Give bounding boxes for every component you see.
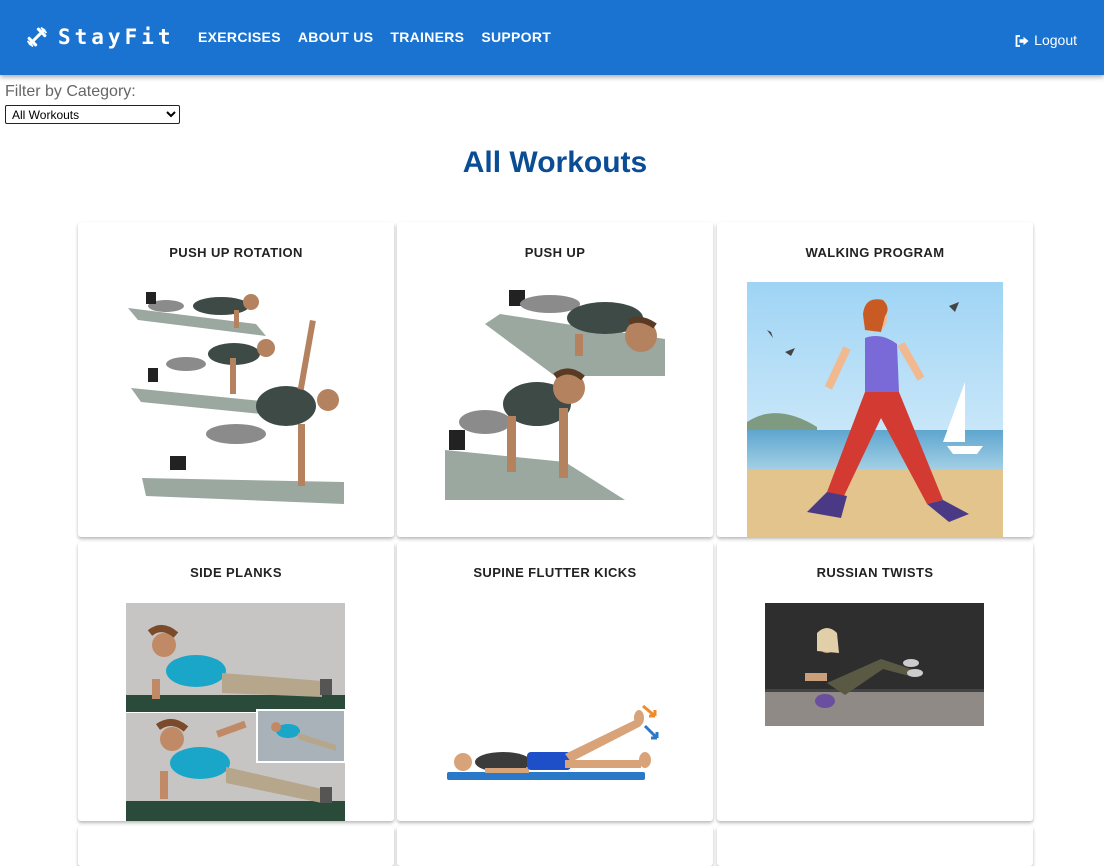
filter-label: Filter by Category: (5, 83, 136, 100)
walking-illustration (747, 282, 1003, 537)
nav-exercises[interactable]: EXERCISES (198, 29, 281, 45)
russian-twist-photo (765, 603, 984, 726)
workout-card-partial[interactable] (78, 826, 394, 866)
workout-title: WALKING PROGRAM (805, 245, 945, 260)
workout-title: RUSSIAN TWISTS (816, 565, 934, 580)
push-up-rotation-illustration (126, 284, 348, 504)
workout-title: PUSH UP ROTATION (169, 245, 303, 260)
nav-trainers[interactable]: TRAINERS (390, 29, 464, 45)
brand-name: StayFit (58, 25, 175, 49)
side-plank-photo (126, 603, 345, 821)
page-title: All Workouts (462, 146, 648, 179)
logout-button[interactable]: Logout (1015, 32, 1077, 48)
sign-out-icon (1015, 34, 1029, 47)
workout-card[interactable]: PUSH UP ROTATION (78, 222, 394, 537)
workout-card[interactable]: RUSSIAN TWISTS (717, 542, 1033, 821)
workout-card[interactable]: SIDE PLANKS (78, 542, 394, 821)
dumbbell-icon (26, 26, 48, 48)
top-navbar: StayFit EXERCISES ABOUT US TRAINERS SUPP… (0, 0, 1104, 75)
workout-card[interactable]: WALKING PROGRAM (717, 222, 1033, 537)
flutter-kicks-illustration (445, 702, 665, 784)
workout-title: SUPINE FLUTTER KICKS (473, 565, 637, 580)
workout-card[interactable]: PUSH UP (397, 222, 713, 537)
category-filter: Filter by Category: All Workouts (5, 83, 180, 124)
category-select[interactable]: All Workouts (5, 105, 180, 124)
nav-about-us[interactable]: ABOUT US (298, 29, 374, 45)
logout-label: Logout (1034, 32, 1077, 48)
workout-title: SIDE PLANKS (190, 565, 282, 580)
nav-links: EXERCISES ABOUT US TRAINERS SUPPORT (198, 29, 551, 45)
workout-card-partial[interactable] (717, 826, 1033, 866)
workout-title: PUSH UP (524, 245, 586, 260)
push-up-illustration (445, 284, 665, 502)
brand-link[interactable]: StayFit (26, 24, 175, 50)
workout-card-partial[interactable] (397, 826, 713, 866)
nav-support[interactable]: SUPPORT (481, 29, 551, 45)
workout-card[interactable]: SUPINE FLUTTER KICKS (397, 542, 713, 821)
